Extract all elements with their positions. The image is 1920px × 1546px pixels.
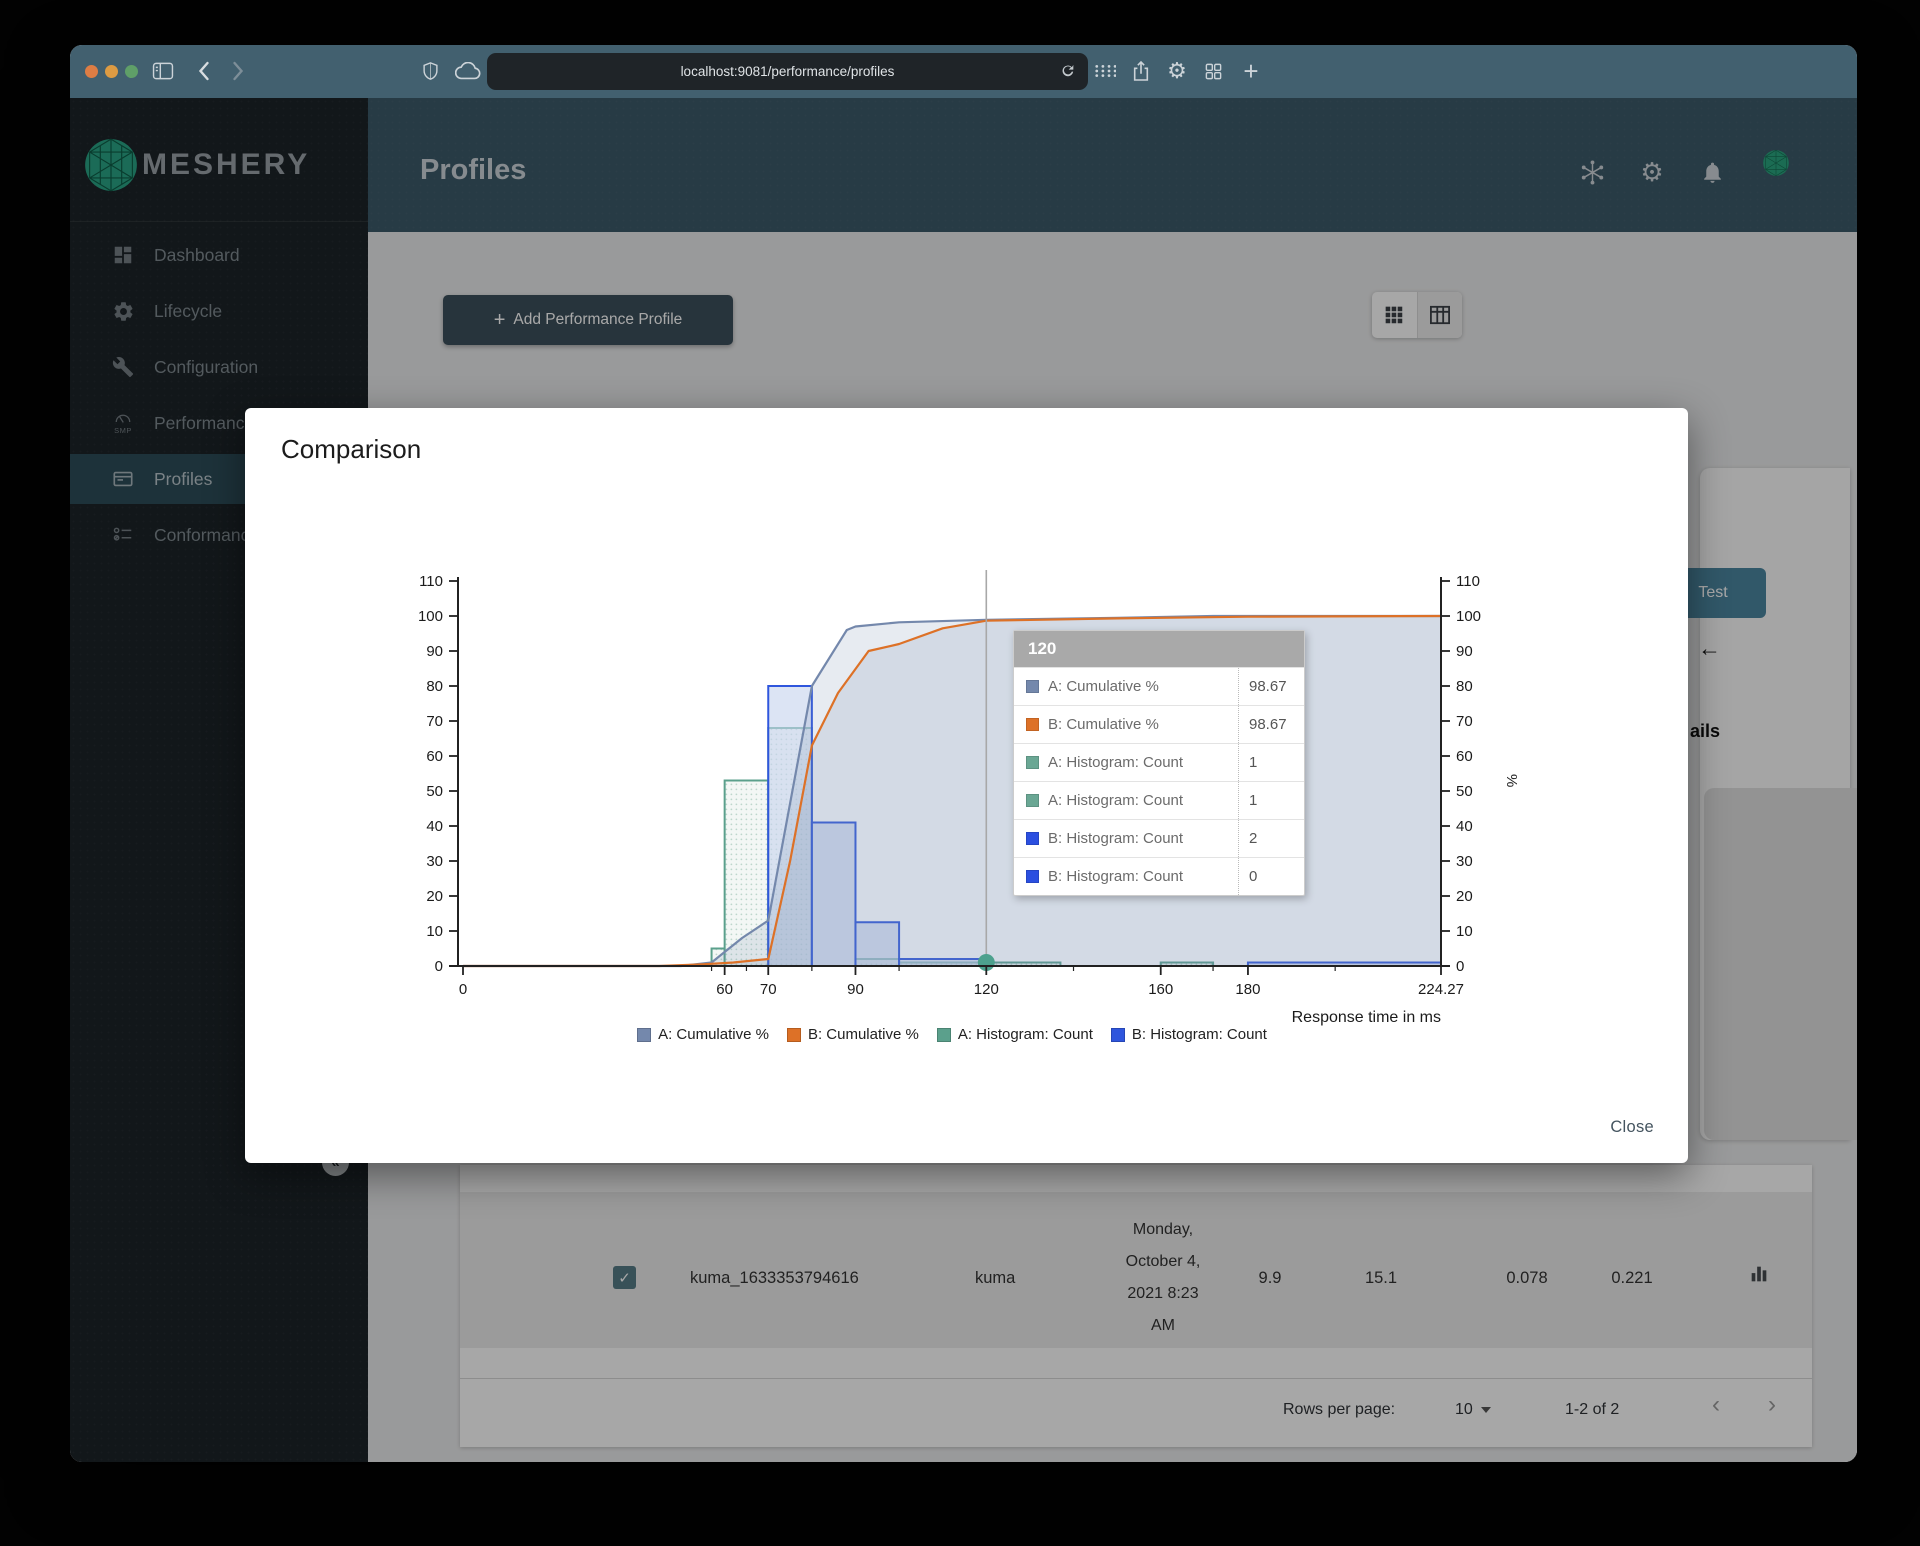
svg-text:10: 10 [426,923,443,940]
windows-icon[interactable] [1200,58,1226,84]
chart-tooltip: 120 A: Cumulative % 98.67 B: Cumulative % 9… [1013,630,1305,896]
svg-text:40: 40 [426,818,443,835]
legend-swatch [786,1027,801,1042]
legend-swatch [637,1027,652,1042]
back-icon[interactable] [190,58,216,84]
browser-toolbar: localhost:9081/performance/profiles ⚙ + [70,45,1857,98]
svg-text:70: 70 [1456,713,1473,730]
shield-icon[interactable] [417,58,443,84]
tooltip-swatch [1026,756,1039,769]
svg-text:10: 10 [1456,923,1473,940]
new-tab-icon[interactable]: + [1238,56,1264,86]
tooltip-value: 98.67 [1238,706,1304,743]
svg-text:50: 50 [1456,783,1473,800]
tooltip-header: 120 [1014,631,1304,667]
legend-label: B: Histogram: Count [1131,1026,1267,1043]
tooltip-swatch [1026,718,1039,731]
svg-text:0: 0 [1456,958,1464,975]
svg-text:110: 110 [419,573,443,590]
tooltip-row: A: Histogram: Count 1 [1014,781,1304,819]
svg-text:50: 50 [426,783,443,800]
tooltip-swatch [1026,832,1039,845]
legend-label: B: Cumulative % [807,1026,919,1043]
tooltip-label: B: Histogram: Count [1048,868,1184,885]
minimize-window-button[interactable] [105,65,118,78]
svg-text:180: 180 [1235,981,1260,998]
svg-text:60: 60 [1456,748,1473,765]
tooltip-label: A: Cumulative % [1048,678,1159,695]
legend-label: A: Histogram: Count [957,1026,1093,1043]
tooltip-value: 1 [1238,744,1304,781]
tooltip-row: A: Histogram: Count 1 [1014,743,1304,781]
svg-text:20: 20 [1456,888,1473,905]
comparison-chart[interactable]: 0 0 10 10 20 20 30 30 40 40 50 50 60 60 70 70 80 80 90 90 10… [245,408,1688,1163]
legend-item-b-histogram-count[interactable]: B: Histogram: Count [1110,1026,1267,1043]
svg-text:90: 90 [847,981,864,998]
svg-text:80: 80 [426,678,443,695]
tooltip-value: 2 [1238,820,1304,857]
tooltip-value: 0 [1238,858,1304,895]
svg-text:100: 100 [1456,608,1481,625]
tooltip-row: B: Histogram: Count 0 [1014,857,1304,895]
legend-item-a-cumulative-[interactable]: A: Cumulative % [637,1026,769,1043]
svg-text:30: 30 [426,853,443,870]
tooltip-row: A: Cumulative % 98.67 [1014,667,1304,705]
svg-text:30: 30 [1456,853,1473,870]
legend-label: A: Cumulative % [658,1026,769,1043]
svg-text:110: 110 [1456,573,1480,590]
url-bar[interactable]: localhost:9081/performance/profiles [487,53,1088,90]
tooltip-label: A: Histogram: Count [1048,792,1184,809]
zoom-window-button[interactable] [125,65,138,78]
comparison-modal: Comparison 0 0 10 10 20 20 30 30 40 40 50 50 60 60 70 7… [245,408,1688,1163]
svg-text:20: 20 [426,888,443,905]
legend-swatch [936,1027,951,1042]
cloud-icon[interactable] [455,58,481,84]
legend-item-b-cumulative-[interactable]: B: Cumulative % [786,1026,919,1043]
svg-text:0: 0 [435,958,443,975]
svg-text:100: 100 [418,608,443,625]
share-icon[interactable] [1128,58,1154,84]
sidebar-toggle-icon[interactable] [150,58,176,84]
x-axis-label: Response time in ms [1292,1009,1441,1026]
svg-text:70: 70 [760,981,777,998]
close-window-button[interactable] [85,65,98,78]
refresh-icon[interactable] [1057,60,1079,82]
screenshot-stage: localhost:9081/performance/profiles ⚙ + [0,0,1920,1546]
chart-canvas: 0 010 1020 2030 3040 4050 5060 6070 7080 8090 9010… [418,570,1520,1026]
tooltip-label: B: Cumulative % [1048,716,1159,733]
legend-swatch [1110,1027,1125,1042]
tooltip-swatch [1026,680,1039,693]
svg-text:60: 60 [426,748,443,765]
tooltip-row: B: Histogram: Count 2 [1014,819,1304,857]
tooltip-swatch [1026,794,1039,807]
browser-window: localhost:9081/performance/profiles ⚙ + [70,45,1857,1462]
tooltip-label: B: Histogram: Count [1048,830,1184,847]
chart-legend: A: Cumulative % B: Cumulative % A: Histogr… [463,1026,1441,1043]
legend-item-a-histogram-count[interactable]: A: Histogram: Count [936,1026,1093,1043]
tab-grid-icon[interactable] [1092,58,1118,84]
svg-text:70: 70 [426,713,443,730]
svg-text:90: 90 [426,643,443,660]
svg-text:80: 80 [1456,678,1473,695]
forward-icon[interactable] [225,58,251,84]
svg-text:160: 160 [1148,981,1173,998]
svg-text:224.27: 224.27 [1418,981,1464,998]
close-button[interactable]: Close [1610,1118,1654,1137]
tooltip-swatch [1026,870,1039,883]
y-axis-label: % [1503,774,1520,787]
settings-icon[interactable]: ⚙ [1164,58,1190,84]
svg-text:90: 90 [1456,643,1473,660]
tooltip-row: B: Cumulative % 98.67 [1014,705,1304,743]
svg-text:120: 120 [974,981,999,998]
tooltip-value: 1 [1238,782,1304,819]
svg-text:60: 60 [716,981,733,998]
tooltip-value: 98.67 [1238,668,1304,705]
url-text: localhost:9081/performance/profiles [680,64,895,79]
svg-text:0: 0 [459,981,467,998]
svg-text:40: 40 [1456,818,1473,835]
tooltip-label: A: Histogram: Count [1048,754,1184,771]
